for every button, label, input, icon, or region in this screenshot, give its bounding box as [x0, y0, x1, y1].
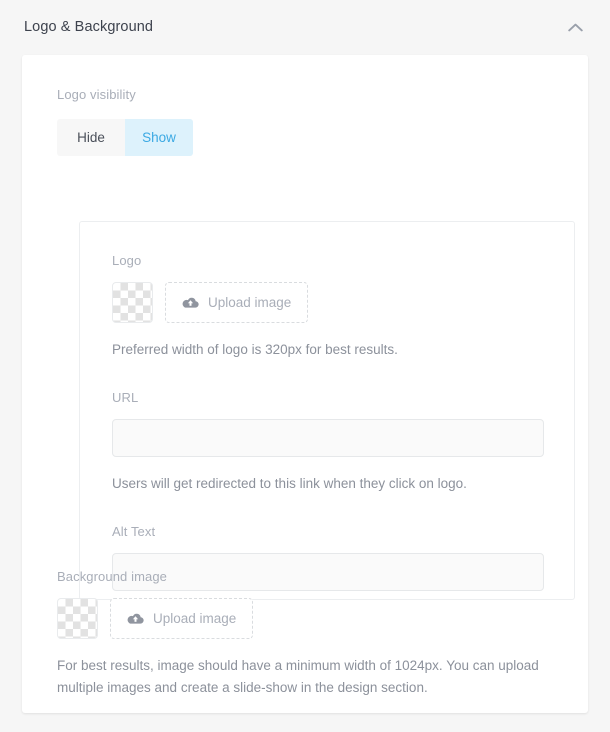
url-help-text: Users will get redirected to this link w…: [112, 476, 467, 491]
logo-thumbnail-placeholder[interactable]: [112, 282, 153, 323]
settings-card: Logo visibility Hide Show Logo Upload im…: [22, 55, 588, 713]
background-upload-button-label: Upload image: [153, 610, 237, 626]
background-thumbnail-placeholder[interactable]: [57, 598, 98, 639]
logo-visibility-group: Logo visibility Hide Show: [57, 88, 557, 156]
background-image-help-text: For best results, image should have a mi…: [57, 658, 539, 695]
toggle-option-hide[interactable]: Hide: [57, 119, 125, 156]
chevron-up-icon[interactable]: [562, 15, 588, 41]
background-upload-row: Upload image: [57, 598, 557, 639]
logo-upload-button[interactable]: Upload image: [165, 282, 309, 323]
logo-background-panel: Logo & Background Logo visibility Hide S…: [0, 0, 610, 732]
toggle-option-show[interactable]: Show: [125, 119, 193, 156]
page-title: Logo & Background: [24, 19, 154, 36]
logo-help-text: Preferred width of logo is 320px for bes…: [112, 342, 398, 357]
alt-text-label: Alt Text: [112, 524, 156, 539]
logo-upload-row: Upload image: [112, 282, 544, 323]
background-image-label: Background image: [57, 569, 167, 584]
url-input[interactable]: [112, 419, 544, 457]
panel-header[interactable]: Logo & Background: [0, 0, 610, 55]
cloud-upload-icon: [127, 613, 144, 624]
logo-details-content: Logo Upload image Preferred width of log…: [112, 254, 544, 591]
url-group: URL Users will get redirected to this li…: [112, 391, 544, 495]
url-label: URL: [112, 390, 139, 405]
logo-upload-button-label: Upload image: [208, 294, 292, 310]
logo-details-box: Logo Upload image Preferred width of log…: [79, 221, 575, 600]
logo-group: Logo Upload image Preferred width of log…: [112, 254, 544, 361]
logo-visibility-label: Logo visibility: [57, 87, 136, 102]
logo-visibility-toggle[interactable]: Hide Show: [57, 119, 193, 156]
background-image-group: Background image Upload image For best r…: [57, 570, 557, 699]
background-upload-button[interactable]: Upload image: [110, 598, 254, 639]
cloud-upload-icon: [182, 297, 199, 308]
logo-label: Logo: [112, 253, 142, 268]
